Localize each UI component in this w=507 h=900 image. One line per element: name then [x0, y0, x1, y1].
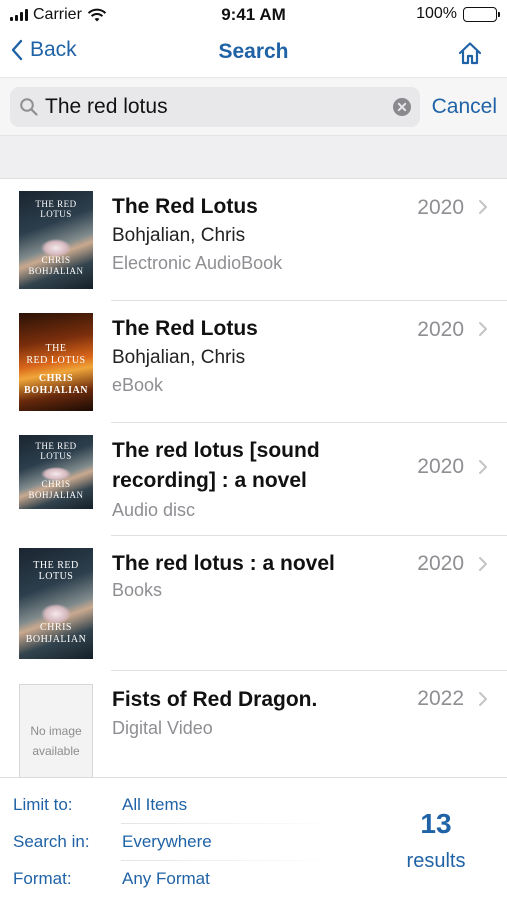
- filter-footer: Limit to: All Items Search in: Everywher…: [0, 777, 507, 900]
- cover-title: THE RED LOTUS: [33, 560, 79, 582]
- search-in-label: Search in:: [13, 832, 90, 851]
- limit-to-value[interactable]: All Items: [122, 795, 187, 815]
- cover-title: THE RED LOTUS: [35, 199, 77, 219]
- magnifier-icon: [20, 98, 38, 116]
- chevron-right-icon: [479, 322, 487, 336]
- result-year: 2020: [417, 552, 464, 575]
- book-cover: THE RED LOTUS CHRIS BOHJALIAN: [19, 548, 93, 659]
- result-format: Audio disc: [112, 500, 196, 520]
- no-image-placeholder: No image available: [19, 684, 93, 777]
- format-row[interactable]: Format: Any Format: [13, 864, 333, 894]
- result-item[interactable]: THE RED LOTUS CHRIS BOHJALIAN The Red Lo…: [0, 179, 507, 301]
- result-title: The red lotus : a novel: [112, 552, 335, 575]
- cover-author: CHRIS: [41, 479, 71, 489]
- result-format: eBook: [112, 375, 164, 395]
- cancel-button[interactable]: Cancel: [432, 95, 497, 119]
- search-field[interactable]: [10, 87, 420, 127]
- chevron-right-icon: [479, 557, 487, 571]
- placeholder-text: No image available: [30, 724, 82, 758]
- result-author: Bohjalian, Chris: [112, 225, 246, 246]
- cover-author: CHRIS: [38, 373, 74, 384]
- cover-title: RED LOTUS: [26, 355, 86, 366]
- result-year: 2022: [417, 687, 464, 710]
- format-label: Format:: [13, 869, 72, 888]
- format-value[interactable]: Any Format: [122, 869, 210, 889]
- home-icon[interactable]: [457, 40, 483, 66]
- result-author: Bohjalian, Chris: [112, 347, 246, 368]
- status-bar: Carrier 9:41 AM 100%: [0, 0, 507, 30]
- page-title: Search: [218, 40, 289, 63]
- cover-author: BOHJALIAN: [24, 385, 88, 396]
- result-title: The Red Lotus: [112, 195, 258, 218]
- result-format: Books: [112, 580, 163, 600]
- result-year: 2020: [417, 455, 464, 478]
- cover-author: CHRIS: [41, 255, 71, 265]
- result-title: The Red Lotus: [112, 317, 258, 340]
- result-item[interactable]: THE RED LOTUS CHRIS BOHJALIAN The red lo…: [0, 536, 507, 671]
- navigation-bar: Back Search: [0, 30, 507, 78]
- result-title: Fists of Red Dragon.: [112, 688, 318, 711]
- status-right: 100%: [416, 5, 500, 23]
- chevron-right-icon: [479, 200, 487, 214]
- battery-percent: 100%: [416, 5, 457, 22]
- cover-author: BOHJALIAN: [25, 634, 87, 645]
- search-in-row[interactable]: Search in: Everywhere: [13, 827, 333, 861]
- clear-search-button[interactable]: [393, 98, 411, 116]
- result-format: Digital Video: [112, 718, 213, 738]
- book-cover: THE RED LOTUS CHRIS BOHJALIAN: [19, 435, 93, 509]
- cover-author: BOHJALIAN: [28, 490, 84, 500]
- result-year: 2020: [417, 196, 464, 219]
- section-header-band: [0, 136, 507, 179]
- results-list: THE RED LOTUS CHRIS BOHJALIAN The Red Lo…: [0, 179, 507, 777]
- result-item[interactable]: No image available Fists of Red Dragon. …: [0, 671, 507, 777]
- limit-to-label: Limit to:: [13, 795, 73, 814]
- result-format: Electronic AudioBook: [112, 253, 283, 273]
- search-in-value[interactable]: Everywhere: [122, 832, 212, 852]
- chevron-right-icon: [479, 460, 487, 474]
- chevron-right-icon: [479, 692, 487, 706]
- cover-author: BOHJALIAN: [28, 266, 84, 276]
- results-count: 13: [420, 808, 452, 839]
- book-cover: THE RED LOTUS CHRIS BOHJALIAN: [19, 191, 93, 289]
- result-item[interactable]: THE RED LOTUS CHRIS BOHJALIAN The red lo…: [0, 423, 507, 536]
- search-input[interactable]: [45, 92, 385, 122]
- limit-to-row[interactable]: Limit to: All Items: [13, 790, 333, 824]
- result-year: 2020: [417, 318, 464, 341]
- book-cover: THE RED LOTUS CHRIS BOHJALIAN: [19, 313, 93, 411]
- results-count-label: results: [406, 850, 466, 872]
- result-item[interactable]: THE RED LOTUS CHRIS BOHJALIAN The Red Lo…: [0, 301, 507, 423]
- result-title: The red lotus [sound recording] : a nove…: [112, 439, 320, 492]
- cover-title: THE: [45, 343, 67, 354]
- cover-title: THE RED LOTUS: [35, 441, 77, 461]
- search-bar: Cancel: [0, 78, 507, 136]
- battery-icon: [463, 6, 500, 22]
- clear-icon: [397, 102, 407, 112]
- cover-author: CHRIS: [40, 622, 72, 633]
